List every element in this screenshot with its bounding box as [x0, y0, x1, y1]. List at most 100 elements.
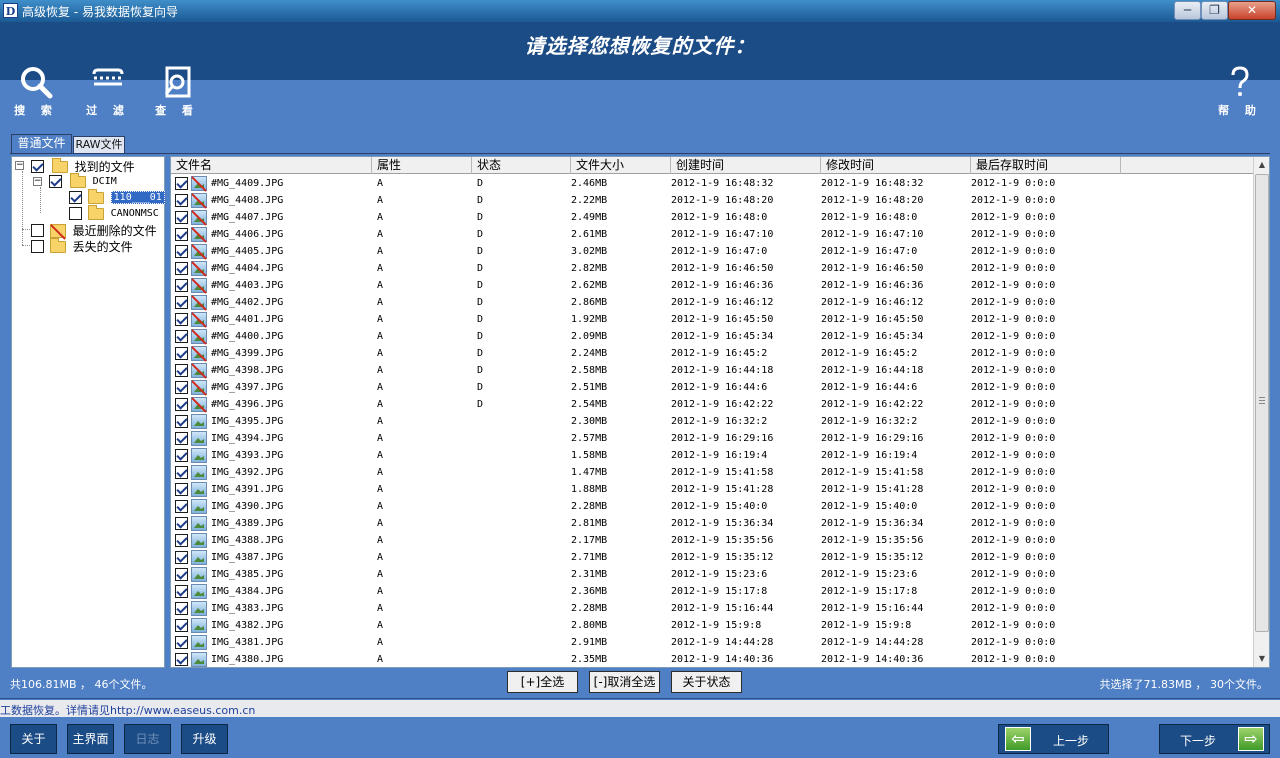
- table-row[interactable]: #MG_4397.JPG A D 2.51MB 2012-1-9 16:44:6 2012…: [171, 379, 1253, 396]
- table-row[interactable]: IMG_4389.JPG A 2.81MB 2012-1-9 15:36:34 2012…: [171, 515, 1253, 532]
- view-tool-button[interactable]: 查 看: [155, 64, 199, 118]
- checkbox[interactable]: [31, 160, 44, 173]
- upgrade-button[interactable]: 升级: [181, 724, 228, 754]
- table-row[interactable]: #MG_4405.JPG A D 3.02MB 2012-1-9 16:47:0 2012…: [171, 243, 1253, 260]
- column-header-created[interactable]: 创建时间: [671, 157, 821, 174]
- scroll-thumb[interactable]: [1255, 174, 1269, 632]
- table-row[interactable]: IMG_4384.JPG A 2.36MB 2012-1-9 15:17:8 2012-…: [171, 583, 1253, 600]
- next-button[interactable]: 下一步 ⇨: [1159, 724, 1270, 754]
- table-row[interactable]: IMG_4395.JPG A 2.30MB 2012-1-9 16:32:2 2012-…: [171, 413, 1253, 430]
- table-row[interactable]: IMG_4388.JPG A 2.17MB 2012-1-9 15:35:56 2012…: [171, 532, 1253, 549]
- table-row[interactable]: IMG_4380.JPG A 2.35MB 2012-1-9 14:40:36 2012…: [171, 651, 1253, 667]
- row-checkbox[interactable]: [175, 466, 188, 479]
- tree-item-canonmsc[interactable]: CANONMSC: [69, 204, 159, 222]
- table-row[interactable]: #MG_4402.JPG A D 2.86MB 2012-1-9 16:46:12 201…: [171, 294, 1253, 311]
- table-row[interactable]: #MG_4403.JPG A D 2.62MB 2012-1-9 16:46:36 201…: [171, 277, 1253, 294]
- row-checkbox[interactable]: [175, 534, 188, 547]
- tree-item-dcim[interactable]: − DCIM: [33, 172, 117, 190]
- select-all-button[interactable]: [+]全选: [507, 671, 578, 693]
- row-checkbox[interactable]: [175, 619, 188, 632]
- column-header-attr[interactable]: 属性: [372, 157, 472, 174]
- table-row[interactable]: IMG_4383.JPG A 2.28MB 2012-1-9 15:16:44 2012…: [171, 600, 1253, 617]
- row-checkbox[interactable]: [175, 568, 188, 581]
- row-checkbox[interactable]: [175, 398, 188, 411]
- row-checkbox[interactable]: [175, 585, 188, 598]
- tree-item-recent-deleted[interactable]: 最近删除的文件: [31, 222, 157, 238]
- table-row[interactable]: #MG_4396.JPG A D 2.54MB 2012-1-9 16:42:22 201…: [171, 396, 1253, 413]
- column-header-state[interactable]: 状态: [472, 157, 571, 174]
- checkbox[interactable]: [49, 175, 62, 188]
- row-checkbox[interactable]: [175, 313, 188, 326]
- table-row[interactable]: IMG_4390.JPG A 2.28MB 2012-1-9 15:40:0 2012-…: [171, 498, 1253, 515]
- minimize-button[interactable]: ─: [1174, 1, 1201, 20]
- checkbox[interactable]: [69, 191, 82, 204]
- table-row[interactable]: #MG_4406.JPG A D 2.61MB 2012-1-9 16:47:10 201…: [171, 226, 1253, 243]
- deselect-all-button[interactable]: [-]取消全选: [589, 671, 660, 693]
- column-header-size[interactable]: 文件大小: [571, 157, 671, 174]
- table-row[interactable]: #MG_4407.JPG A D 2.49MB 2012-1-9 16:48:0 2012…: [171, 209, 1253, 226]
- about-button[interactable]: 关于: [10, 724, 57, 754]
- row-checkbox[interactable]: [175, 194, 188, 207]
- row-checkbox[interactable]: [175, 500, 188, 513]
- row-checkbox[interactable]: [175, 517, 188, 530]
- row-checkbox[interactable]: [175, 636, 188, 649]
- main-menu-button[interactable]: 主界面: [67, 724, 114, 754]
- info-link-text[interactable]: 工数据恢复。详情请见http://www.easeus.com.cn: [0, 702, 255, 718]
- tree-item-110-01[interactable]: 110___01: [69, 188, 165, 206]
- row-checkbox[interactable]: [175, 347, 188, 360]
- about-state-button[interactable]: 关于状态: [671, 671, 742, 693]
- table-row[interactable]: #MG_4400.JPG A D 2.09MB 2012-1-9 16:45:34 201…: [171, 328, 1253, 345]
- scroll-up-arrow[interactable]: ▲: [1254, 157, 1269, 173]
- row-checkbox[interactable]: [175, 415, 188, 428]
- collapse-toggle[interactable]: −: [33, 177, 42, 186]
- table-row[interactable]: IMG_4385.JPG A 2.31MB 2012-1-9 15:23:6 2012-…: [171, 566, 1253, 583]
- row-checkbox[interactable]: [175, 483, 188, 496]
- checkbox[interactable]: [31, 240, 44, 253]
- checkbox[interactable]: [69, 207, 82, 220]
- search-tool-button[interactable]: 搜 索: [14, 64, 58, 118]
- column-header-name[interactable]: 文件名: [171, 157, 372, 174]
- folder-tree[interactable]: − 找到的文件 − DCIM 110___01 CANONMSC 最近删除的文件…: [11, 156, 165, 668]
- row-checkbox[interactable]: [175, 228, 188, 241]
- scroll-down-arrow[interactable]: ▼: [1254, 651, 1269, 667]
- tab-raw-files[interactable]: RAW文件: [73, 136, 125, 153]
- maximize-button[interactable]: ❐: [1201, 1, 1228, 20]
- row-checkbox[interactable]: [175, 449, 188, 462]
- table-row[interactable]: #MG_4409.JPG A D 2.46MB 2012-1-9 16:48:32 201…: [171, 175, 1253, 192]
- row-checkbox[interactable]: [175, 177, 188, 190]
- row-checkbox[interactable]: [175, 364, 188, 377]
- row-checkbox[interactable]: [175, 602, 188, 615]
- row-checkbox[interactable]: [175, 653, 188, 666]
- column-header-modified[interactable]: 修改时间: [821, 157, 971, 174]
- prev-button[interactable]: ⇦ 上一步: [998, 724, 1109, 754]
- row-checkbox[interactable]: [175, 279, 188, 292]
- column-header-accessed[interactable]: 最后存取时间: [971, 157, 1121, 174]
- row-checkbox[interactable]: [175, 432, 188, 445]
- table-row[interactable]: #MG_4399.JPG A D 2.24MB 2012-1-9 16:45:2 2012…: [171, 345, 1253, 362]
- row-checkbox[interactable]: [175, 551, 188, 564]
- checkbox[interactable]: [31, 224, 44, 237]
- table-row[interactable]: IMG_4394.JPG A 2.57MB 2012-1-9 16:29:16 2012…: [171, 430, 1253, 447]
- row-checkbox[interactable]: [175, 245, 188, 258]
- row-checkbox[interactable]: [175, 330, 188, 343]
- log-button[interactable]: 日志: [124, 724, 171, 754]
- close-button[interactable]: ✕: [1228, 1, 1276, 20]
- row-checkbox[interactable]: [175, 211, 188, 224]
- help-tool-button[interactable]: 帮 助: [1218, 64, 1262, 118]
- tab-normal-files[interactable]: 普通文件: [11, 134, 72, 153]
- table-row[interactable]: #MG_4408.JPG A D 2.22MB 2012-1-9 16:48:20 201…: [171, 192, 1253, 209]
- table-row[interactable]: IMG_4387.JPG A 2.71MB 2012-1-9 15:35:12 2012…: [171, 549, 1253, 566]
- filter-tool-button[interactable]: 过 滤: [86, 64, 130, 118]
- table-row[interactable]: IMG_4382.JPG A 2.80MB 2012-1-9 15:9:8 2012-1…: [171, 617, 1253, 634]
- table-row[interactable]: #MG_4401.JPG A D 1.92MB 2012-1-9 16:45:50 201…: [171, 311, 1253, 328]
- table-row[interactable]: IMG_4381.JPG A 2.91MB 2012-1-9 14:44:28 2012…: [171, 634, 1253, 651]
- tree-item-lost[interactable]: 丢失的文件: [31, 237, 133, 254]
- table-row[interactable]: IMG_4392.JPG A 1.47MB 2012-1-9 15:41:58 2012…: [171, 464, 1253, 481]
- table-row[interactable]: #MG_4398.JPG A D 2.58MB 2012-1-9 16:44:18 201…: [171, 362, 1253, 379]
- collapse-toggle[interactable]: −: [15, 161, 24, 170]
- table-row[interactable]: #MG_4404.JPG A D 2.82MB 2012-1-9 16:46:50 201…: [171, 260, 1253, 277]
- table-row[interactable]: IMG_4391.JPG A 1.88MB 2012-1-9 15:41:28 2012…: [171, 481, 1253, 498]
- table-row[interactable]: IMG_4393.JPG A 1.58MB 2012-1-9 16:19:4 2012-…: [171, 447, 1253, 464]
- row-checkbox[interactable]: [175, 381, 188, 394]
- vertical-scrollbar[interactable]: ▲ ▼: [1253, 157, 1269, 667]
